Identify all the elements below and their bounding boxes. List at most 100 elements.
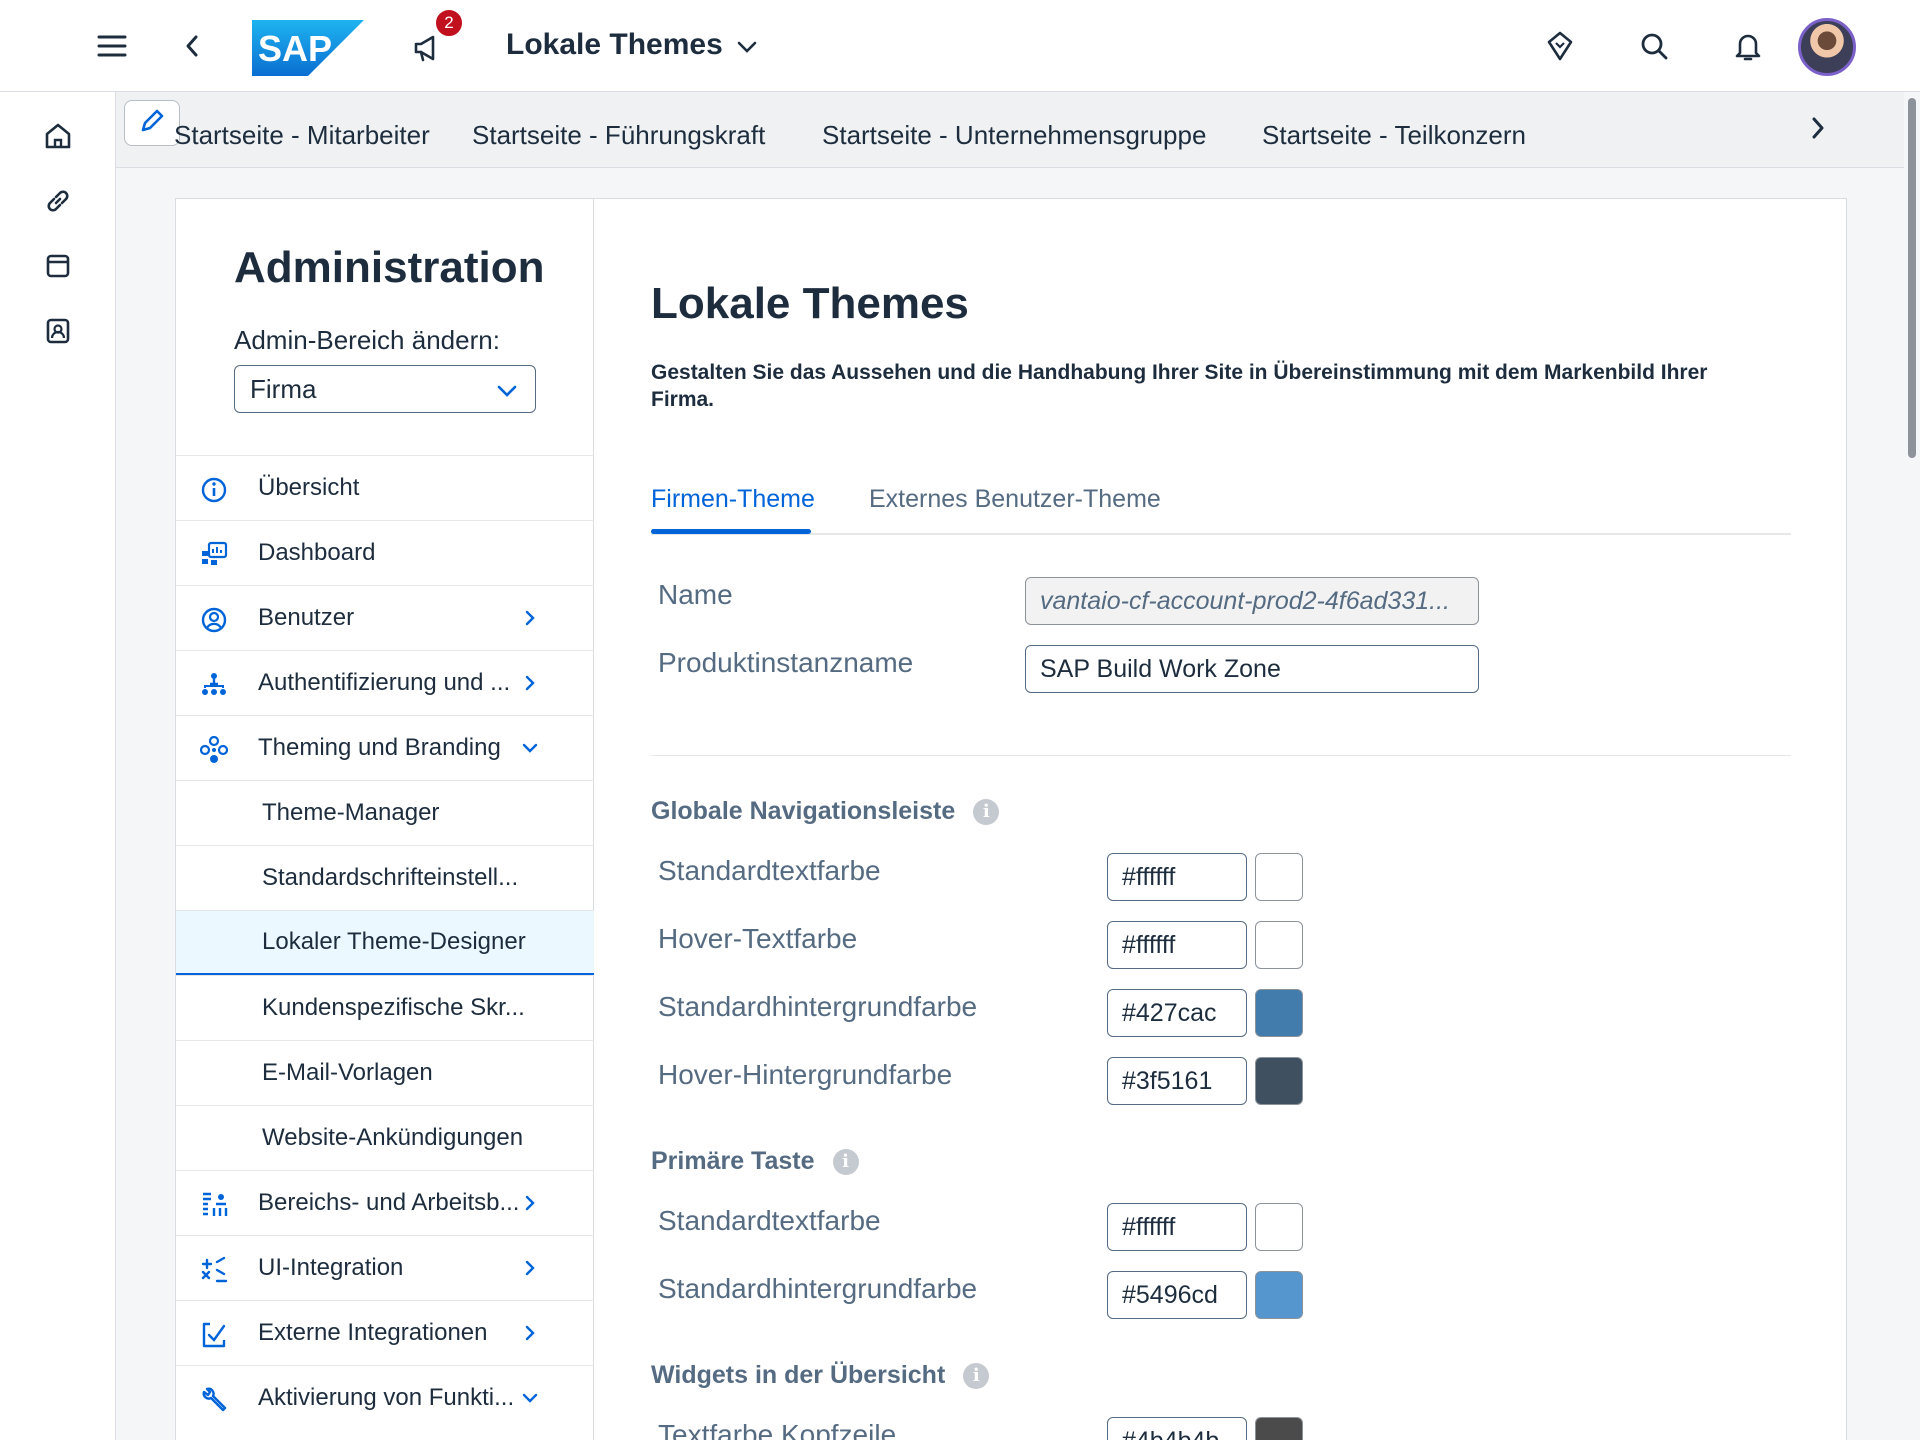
- color-swatch[interactable]: [1255, 1057, 1303, 1105]
- instance-name-field[interactable]: [1025, 645, 1479, 693]
- color-label: Textfarbe Kopfzeile: [658, 1419, 897, 1440]
- joule-icon[interactable]: [1536, 22, 1584, 70]
- color-value-input[interactable]: [1107, 1417, 1247, 1440]
- section-title-widgets: Widgets in der Übersicht i: [651, 1361, 990, 1390]
- nav-item-label: E-Mail-Vorlagen: [262, 1059, 433, 1086]
- section-title-global-nav: Globale Navigationsleiste i: [651, 797, 1000, 826]
- info-icon[interactable]: i: [963, 1362, 990, 1389]
- name-field[interactable]: [1025, 577, 1479, 625]
- page-tab-mitarbeiter[interactable]: Startseite - Mitarbeiter: [174, 120, 430, 151]
- page-scrollbar[interactable]: [1904, 92, 1920, 1440]
- contact-card-icon[interactable]: [34, 307, 82, 355]
- color-swatch[interactable]: [1255, 1417, 1303, 1440]
- page-tab-unternehmensgruppe[interactable]: Startseite - Unternehmensgruppe: [822, 120, 1206, 151]
- workspace-icon: [200, 1191, 228, 1219]
- hierarchy-icon: [200, 671, 228, 699]
- chevron-right-icon: [518, 1191, 542, 1215]
- back-icon[interactable]: [168, 22, 216, 70]
- nav-item-authentifizierung[interactable]: Authentifizierung und ...: [176, 650, 594, 715]
- admin-area-value: Firma: [250, 373, 317, 404]
- pencil-icon: [138, 107, 166, 140]
- nav-item-dashboard[interactable]: Dashboard: [176, 520, 594, 585]
- page-tab-teilkonzern[interactable]: Startseite - Teilkonzern: [1262, 120, 1526, 151]
- nav-item-externe-integrationen[interactable]: Externe Integrationen: [176, 1300, 594, 1365]
- sap-logo[interactable]: SAP: [252, 20, 364, 76]
- user-avatar[interactable]: [1798, 18, 1856, 76]
- bell-icon[interactable]: [1724, 22, 1772, 70]
- nav-item-uebersicht[interactable]: Übersicht: [176, 455, 594, 520]
- shell-bar: SAP 2 Lokale Themes: [0, 0, 1920, 92]
- external-icon: [200, 1321, 228, 1349]
- nav-item-label: Übersicht: [258, 474, 360, 501]
- color-value-input[interactable]: [1107, 921, 1247, 969]
- section-title-text: Globale Navigationsleiste: [651, 797, 956, 825]
- chevron-right-icon[interactable]: [1798, 108, 1838, 148]
- page-tab-fuehrungskraft[interactable]: Startseite - Führungskraft: [472, 120, 765, 151]
- nav-item-standardschrift[interactable]: Standardschrifteinstell...: [176, 845, 594, 910]
- nav-item-label: Authentifizierung und ...: [258, 669, 511, 696]
- dashboard-icon: [200, 541, 228, 569]
- nav-item-label: Theming und Branding: [258, 734, 501, 761]
- nav-item-label: Lokaler Theme-Designer: [262, 928, 526, 955]
- nav-item-theme-manager[interactable]: Theme-Manager: [176, 780, 594, 845]
- section-divider: [651, 755, 1791, 756]
- section-title-text: Primäre Taste: [651, 1147, 815, 1175]
- tab-externes-benutzer-theme[interactable]: Externes Benutzer-Theme: [869, 485, 1161, 514]
- nav-item-label: Aktivierung von Funkti...: [258, 1384, 515, 1411]
- color-label: Standardhintergrundfarbe: [658, 1273, 978, 1304]
- nav-item-benutzer[interactable]: Benutzer: [176, 585, 594, 650]
- info-icon[interactable]: i: [973, 798, 1000, 825]
- color-value-input[interactable]: [1107, 1057, 1247, 1105]
- nav-item-email-vorlagen[interactable]: E-Mail-Vorlagen: [176, 1040, 594, 1105]
- color-swatch[interactable]: [1255, 921, 1303, 969]
- name-label: Name: [658, 579, 733, 610]
- menu-icon[interactable]: [88, 22, 136, 70]
- color-value-input[interactable]: [1107, 853, 1247, 901]
- admin-navigation-pane: Administration Admin-Bereich ändern: Fir…: [176, 199, 594, 1440]
- admin-card: Administration Admin-Bereich ändern: Fir…: [175, 198, 1847, 1440]
- link-icon[interactable]: [34, 177, 82, 225]
- svg-text:SAP: SAP: [258, 28, 332, 69]
- search-icon[interactable]: [1630, 22, 1678, 70]
- color-value-input[interactable]: [1107, 989, 1247, 1037]
- home-icon[interactable]: [34, 112, 82, 160]
- nav-item-label: Standardschrifteinstell...: [262, 864, 519, 891]
- nav-item-lokaler-theme-designer[interactable]: Lokaler Theme-Designer: [176, 910, 594, 975]
- nav-item-label: Dashboard: [258, 539, 376, 566]
- color-value-input[interactable]: [1107, 1203, 1247, 1251]
- nav-item-kundenspezifische-skripte[interactable]: Kundenspezifische Skr...: [176, 975, 594, 1040]
- chevron-right-icon: [518, 671, 542, 695]
- admin-area-select[interactable]: Firma: [234, 365, 536, 413]
- color-swatch[interactable]: [1255, 1203, 1303, 1251]
- nav-item-label: UI-Integration: [258, 1254, 404, 1281]
- nav-item-theming-branding[interactable]: Theming und Branding: [176, 715, 594, 780]
- color-label: Standardhintergrundfarbe: [658, 991, 978, 1022]
- color-value-input[interactable]: [1107, 1271, 1247, 1319]
- nav-item-aktivierung-funktionen[interactable]: Aktivierung von Funkti...: [176, 1365, 594, 1430]
- info-icon[interactable]: i: [832, 1148, 859, 1175]
- page-description: Gestalten Sie das Aussehen und die Handh…: [651, 361, 1708, 411]
- color-label: Hover-Hintergrundfarbe: [658, 1059, 953, 1090]
- nav-item-bereichs-arbeitsbereiche[interactable]: Bereichs- und Arbeitsb...: [176, 1170, 594, 1235]
- theme-tab-bar: Firmen-Theme Externes Benutzer-Theme: [651, 485, 1791, 535]
- tab-firmen-theme[interactable]: Firmen-Theme: [651, 485, 815, 514]
- app-title-menu[interactable]: Lokale Themes: [506, 28, 757, 62]
- chevron-down-icon: [518, 736, 542, 760]
- color-label: Hover-Textfarbe: [658, 923, 858, 954]
- section-title-primary-button: Primäre Taste i: [651, 1147, 859, 1176]
- section-title-text: Widgets in der Übersicht: [651, 1361, 946, 1389]
- chevron-right-icon: [518, 1256, 542, 1280]
- color-swatch[interactable]: [1255, 853, 1303, 901]
- color-label: Standardtextfarbe: [658, 1205, 881, 1236]
- info-icon: [200, 476, 228, 504]
- workspace-icon[interactable]: [34, 242, 82, 290]
- nav-item-website-ankuendigungen[interactable]: Website-Ankündigungen: [176, 1105, 594, 1170]
- app-title: Lokale Themes: [506, 28, 723, 61]
- color-swatch[interactable]: [1255, 1271, 1303, 1319]
- nav-item-label: Kundenspezifische Skr...: [262, 994, 525, 1021]
- edit-button[interactable]: [124, 100, 180, 146]
- color-swatch[interactable]: [1255, 989, 1303, 1037]
- nav-item-ui-integration[interactable]: UI-Integration: [176, 1235, 594, 1300]
- scrollbar-thumb[interactable]: [1908, 98, 1916, 458]
- chevron-right-icon: [518, 606, 542, 630]
